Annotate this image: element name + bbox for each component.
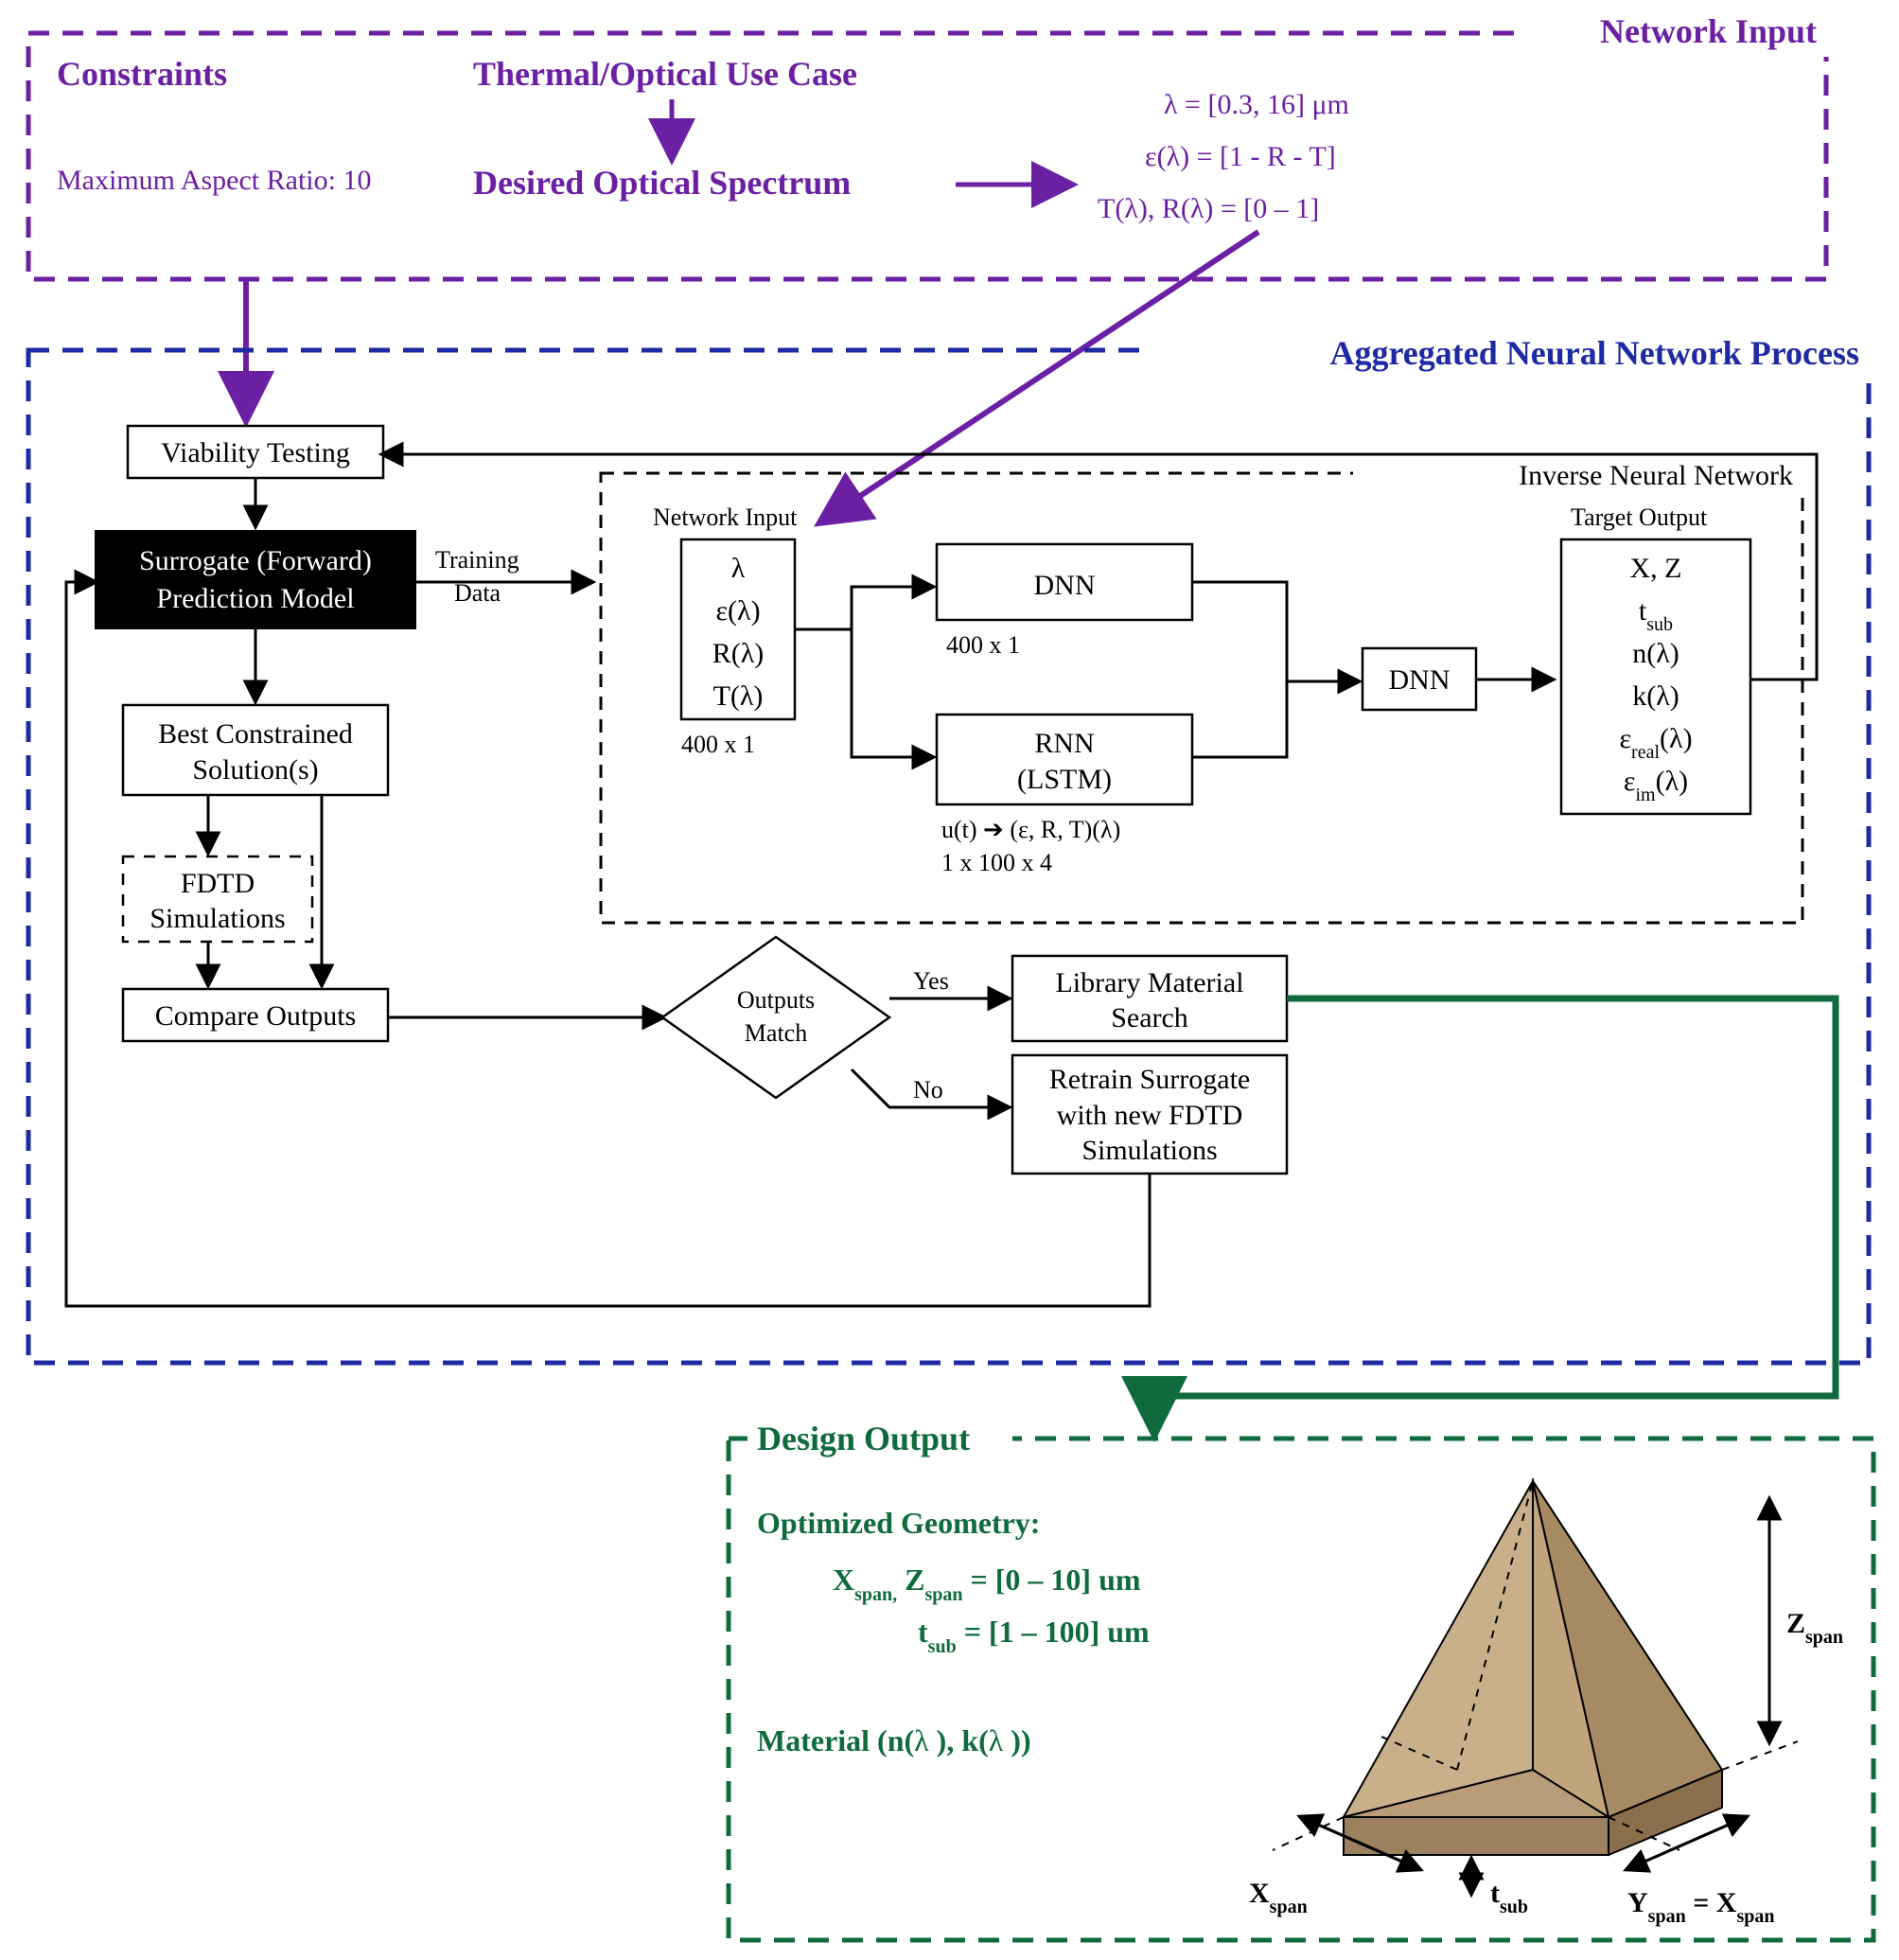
compare-label: Compare Outputs bbox=[155, 1000, 356, 1032]
opt-geom-title: Optimized Geometry: bbox=[757, 1506, 1040, 1540]
rnn-to-dnn2-arrow bbox=[1192, 681, 1287, 757]
training-data-line2: Data bbox=[454, 579, 501, 607]
zspan-label: Zspan bbox=[1786, 1608, 1843, 1648]
inverse-input-0: λ bbox=[731, 553, 746, 584]
inverse-title: Inverse Neural Network bbox=[1519, 460, 1793, 491]
yes-label: Yes bbox=[913, 967, 949, 995]
geom-line1: Xspan, Zspan = [0 – 10] um bbox=[833, 1563, 1141, 1605]
target-line0: X, Z bbox=[1630, 553, 1682, 584]
retrain-line3: Simulations bbox=[1081, 1135, 1217, 1166]
rnn-line2: (LSTM) bbox=[1017, 764, 1112, 795]
target-line2: n(λ) bbox=[1632, 638, 1679, 669]
target-line3: k(λ) bbox=[1632, 680, 1679, 712]
network-input-panel: Network Input Constraints Maximum Aspect… bbox=[28, 9, 1836, 279]
rnn-note1: u(t) ➔ (ε, R, T)(λ) bbox=[941, 816, 1120, 843]
inverse-input-1: ε(λ) bbox=[715, 595, 760, 627]
best-line2: Solution(s) bbox=[192, 754, 318, 786]
retrain-box: Retrain Surrogate with new FDTD Simulati… bbox=[1012, 1055, 1287, 1174]
design-output-panel: Design Output Optimized Geometry: Xspan,… bbox=[729, 1415, 1873, 1940]
design-output-title: Design Output bbox=[757, 1420, 970, 1457]
usecase-line2: Desired Optical Spectrum bbox=[473, 164, 851, 202]
surrogate-box: Surrogate (Forward) Prediction Model bbox=[95, 530, 416, 629]
retrain-line1: Retrain Surrogate bbox=[1049, 1064, 1250, 1095]
dnn-label: DNN bbox=[1034, 570, 1096, 601]
surrogate-line2: Prediction Model bbox=[156, 583, 354, 614]
rnn-note2: 1 x 100 x 4 bbox=[941, 849, 1052, 876]
pyramid-icon: Zspan Yspan = Xspan Xspan tsub bbox=[1249, 1481, 1843, 1927]
library-line1: Library Material bbox=[1055, 967, 1243, 998]
tsub-label: tsub bbox=[1490, 1878, 1528, 1917]
inverse-nn-panel: Inverse Neural Network Network Input λ ε… bbox=[601, 454, 1807, 923]
constraints-value: Maximum Aspect Ratio: 10 bbox=[57, 165, 371, 196]
aggregated-title: Aggregated Neural Network Process bbox=[1329, 334, 1859, 372]
dnn-to-dnn2-arrow bbox=[1192, 582, 1358, 681]
fdtd-line1: FDTD bbox=[181, 868, 255, 899]
split-to-dnn-arrow bbox=[795, 587, 932, 629]
retrain-feedback-arrow bbox=[66, 582, 1150, 1306]
inverse-input-3: T(λ) bbox=[713, 680, 764, 712]
constraints-label: Constraints bbox=[57, 55, 227, 93]
surrogate-line1: Surrogate (Forward) bbox=[139, 545, 372, 576]
target-title: Target Output bbox=[1571, 503, 1708, 531]
decision-line2: Match bbox=[745, 1019, 807, 1047]
rnn-line1: RNN bbox=[1034, 728, 1094, 759]
compare-box: Compare Outputs bbox=[123, 989, 388, 1041]
library-line2: Search bbox=[1111, 1002, 1188, 1033]
inverse-input-dim: 400 x 1 bbox=[681, 731, 755, 758]
retrain-line2: with new FDTD bbox=[1057, 1100, 1243, 1131]
library-search-box: Library Material Search bbox=[1012, 956, 1287, 1041]
split-to-rnn-arrow bbox=[795, 629, 932, 757]
yspan-label: Yspan = Xspan bbox=[1627, 1887, 1775, 1927]
no-label: No bbox=[913, 1076, 943, 1104]
decision-line1: Outputs bbox=[737, 986, 815, 1014]
spec-line2: ε(λ) = [1 - R - T] bbox=[1145, 141, 1336, 172]
xspan-label: Xspan bbox=[1249, 1878, 1308, 1917]
viability-box: Viability Testing bbox=[128, 426, 383, 478]
spec-line1: λ = [0.3, 16] μm bbox=[1164, 89, 1349, 120]
spectrum-to-inverse-arrow bbox=[823, 232, 1258, 521]
inverse-input-title: Network Input bbox=[653, 503, 798, 531]
dnn-dim: 400 x 1 bbox=[946, 631, 1020, 659]
fdtd-box: FDTD Simulations bbox=[123, 856, 312, 942]
training-data-line1: Training bbox=[435, 546, 519, 574]
geom-line2: tsub = [1 – 100] um bbox=[918, 1615, 1150, 1657]
viability-label: Viability Testing bbox=[161, 437, 350, 468]
usecase-line1: Thermal/Optical Use Case bbox=[473, 55, 857, 93]
best-solution-box: Best Constrained Solution(s) bbox=[123, 705, 388, 795]
network-input-title: Network Input bbox=[1600, 12, 1817, 50]
best-line1: Best Constrained bbox=[158, 718, 353, 750]
dnn2-label: DNN bbox=[1389, 664, 1451, 696]
material-label: Material (n(λ ), k(λ )) bbox=[757, 1723, 1031, 1757]
spec-line3: T(λ), R(λ) = [0 – 1] bbox=[1098, 193, 1319, 224]
inverse-input-2: R(λ) bbox=[712, 638, 765, 669]
fdtd-line2: Simulations bbox=[149, 903, 285, 934]
